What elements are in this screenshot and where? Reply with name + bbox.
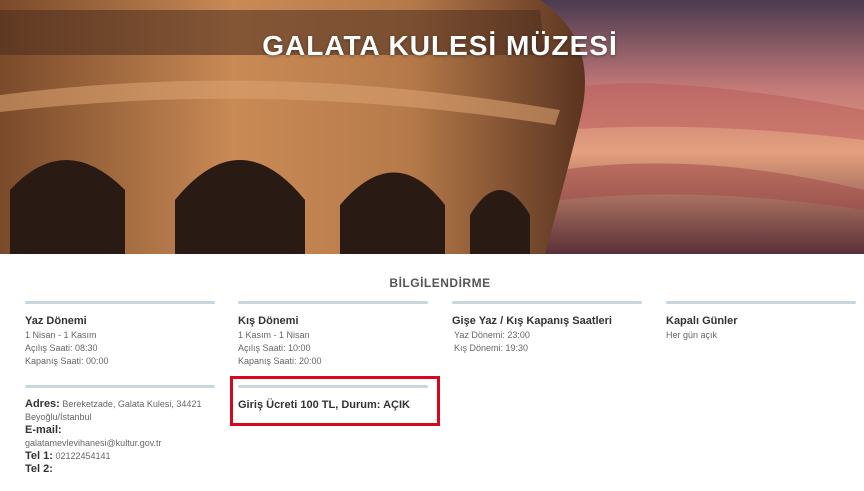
winter-hours-card: Kış Dönemi 1 Kasım - 1 Nisan Açılış Saat… <box>238 301 428 368</box>
address-row: Adres: Bereketzade, Galata Kulesi, 34421… <box>25 398 220 424</box>
closed-days-card: Kapalı Günler Her gün açık <box>666 301 856 342</box>
tel1-value[interactable]: 02122454141 <box>55 451 110 461</box>
contact-divider-wrap <box>25 385 215 399</box>
card-divider <box>238 301 428 304</box>
card-heading: Kış Dönemi <box>238 315 299 327</box>
highlight-box <box>230 376 440 426</box>
ticket-office-hours-card: Gişe Yaz / Kış Kapanış Saatleri Yaz Döne… <box>452 301 642 355</box>
page-title: GALATA KULESİ MÜZESİ <box>262 30 618 61</box>
email-value[interactable]: galatamevlevihanesi@kultur.gov.tr <box>25 437 220 450</box>
tel1-label: Tel 1: <box>25 450 53 462</box>
section-title: BİLGİLENDİRME <box>389 276 491 290</box>
email-row: E-mail: <box>25 424 220 437</box>
card-divider <box>25 385 215 388</box>
card-line: Kapanış Saati: 00:00 <box>25 356 109 366</box>
hero-banner: GALATA KULESİ MÜZESİ <box>0 0 864 254</box>
tel2-label: Tel 2: <box>25 463 53 475</box>
tel2-row: Tel 2: <box>25 463 220 476</box>
card-line: Yaz Dönemi: 23:00 <box>454 330 530 340</box>
card-line: 1 Nisan - 1 Kasım <box>25 330 97 340</box>
card-line: Açılış Saati: 10:00 <box>238 343 311 353</box>
address-label: Adres: <box>25 398 60 410</box>
card-heading: Kapalı Günler <box>666 315 738 327</box>
card-line: Kapanış Saati: 20:00 <box>238 356 322 366</box>
card-heading: Yaz Dönemi <box>25 315 87 327</box>
card-line: Her gün açık <box>666 330 718 340</box>
card-divider <box>25 301 215 304</box>
card-line: 1 Kasım - 1 Nisan <box>238 330 310 340</box>
summer-hours-card: Yaz Dönemi 1 Nisan - 1 Kasım Açılış Saat… <box>25 301 215 368</box>
card-heading: Gişe Yaz / Kış Kapanış Saatleri <box>452 315 612 327</box>
card-line: Kış Dönemi: 19:30 <box>454 343 529 353</box>
contact-info: Adres: Bereketzade, Galata Kulesi, 34421… <box>25 398 220 476</box>
tel1-row: Tel 1: 02122454141 <box>25 450 220 463</box>
card-line: Açılış Saati: 08:30 <box>25 343 98 353</box>
card-divider <box>666 301 856 304</box>
email-label: E-mail: <box>25 424 62 436</box>
card-divider <box>452 301 642 304</box>
